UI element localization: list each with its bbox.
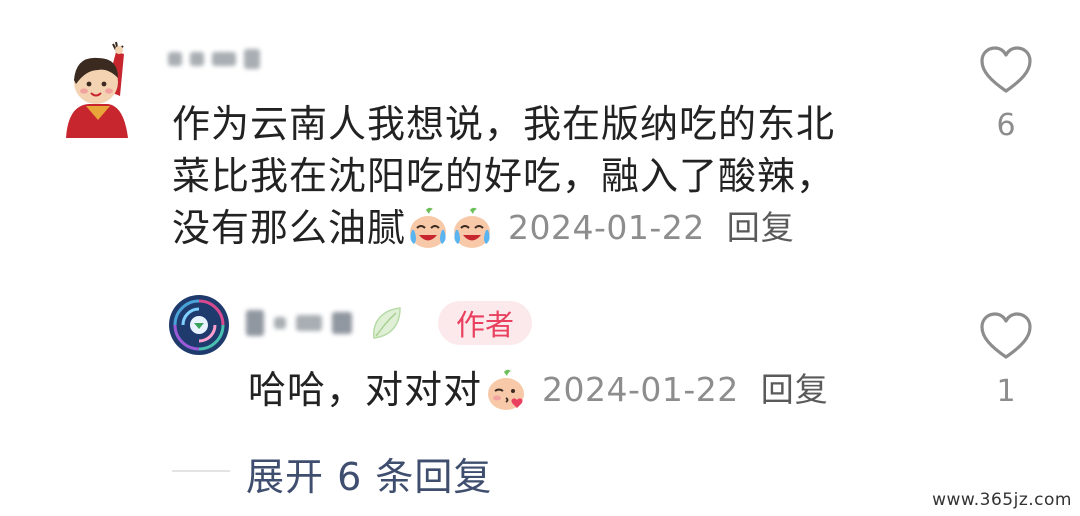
blush-kiss-emoji-icon bbox=[488, 369, 525, 410]
reply-text: 哈哈，对对对 bbox=[248, 368, 483, 412]
reply-date: 2024-01-22 bbox=[542, 370, 739, 409]
reply-like-button[interactable]: 1 bbox=[976, 310, 1036, 409]
reply-header: 作者 bbox=[246, 300, 533, 346]
comment-text-line: 没有那么油腻 bbox=[172, 206, 407, 250]
blurred-name-part bbox=[246, 310, 264, 336]
expand-divider bbox=[172, 470, 230, 472]
author-badge: 作者 bbox=[438, 301, 533, 345]
comment-reply-button[interactable]: 回复 bbox=[727, 202, 795, 254]
heart-outline-icon bbox=[980, 46, 1032, 93]
expand-replies-button[interactable]: 展开 6 条回复 bbox=[246, 446, 492, 501]
comment-like-button[interactable]: 6 bbox=[976, 44, 1036, 143]
reply-body[interactable]: 哈哈，对对对 2024-01-22 回复 bbox=[248, 364, 829, 416]
crying-laugh-emoji-icon bbox=[454, 207, 491, 248]
blurred-name-part bbox=[190, 52, 204, 66]
blurred-name-part bbox=[168, 52, 182, 66]
blurred-name-part bbox=[212, 52, 236, 66]
comment-username-blurred[interactable] bbox=[168, 44, 278, 74]
comment-like-count: 6 bbox=[996, 108, 1016, 143]
reply-avatar[interactable] bbox=[168, 294, 230, 356]
comment-date: 2024-01-22 bbox=[508, 208, 705, 247]
watermark: www.365jz.com bbox=[932, 490, 1072, 510]
blurred-name-part bbox=[244, 49, 260, 69]
comment-last-line: 没有那么油腻 2024-01-22 回复 bbox=[172, 202, 912, 254]
comment-text-line: 菜比我在沈阳吃的好吃，融入了酸辣， bbox=[172, 154, 836, 198]
heart-outline-icon bbox=[980, 312, 1032, 359]
reply-like-count: 1 bbox=[996, 374, 1016, 409]
comment-body[interactable]: 作为云南人我想说，我在版纳吃的东北 菜比我在沈阳吃的好吃，融入了酸辣， 没有那么… bbox=[172, 98, 912, 254]
blurred-name-part bbox=[332, 312, 352, 334]
reply-username-blurred[interactable] bbox=[246, 304, 414, 342]
blurred-name-part bbox=[274, 317, 286, 329]
comment-avatar[interactable] bbox=[58, 40, 138, 140]
blurred-name-part bbox=[296, 315, 322, 331]
comment-text-line: 作为云南人我想说，我在版纳吃的东北 bbox=[172, 102, 836, 146]
reply-reply-button[interactable]: 回复 bbox=[761, 364, 829, 416]
blue-swirl-avatar-icon bbox=[169, 295, 229, 355]
leaf-icon bbox=[373, 307, 401, 339]
cartoon-waving-avatar-icon bbox=[66, 41, 128, 138]
crying-laugh-emoji-icon bbox=[410, 207, 447, 248]
